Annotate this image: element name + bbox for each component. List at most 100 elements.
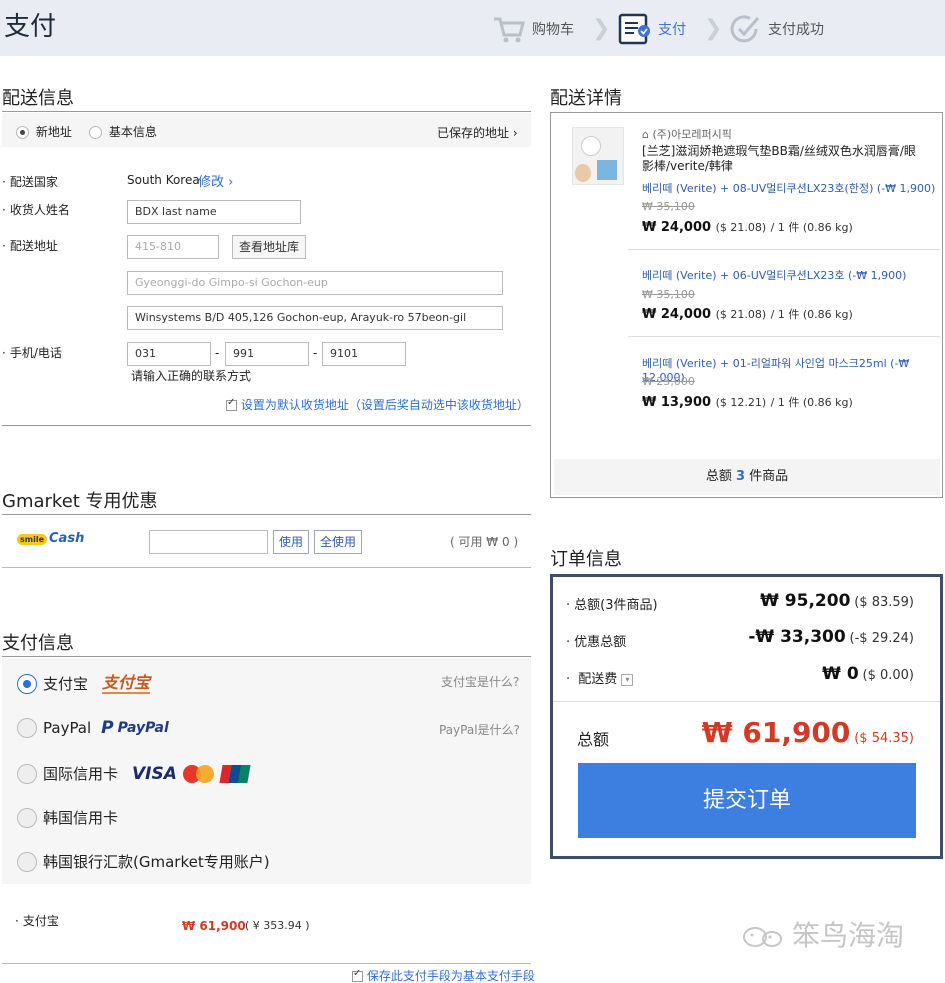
item-price: ₩ 24,000 ($ 21.08) / 1 件 (0.86 kg)	[642, 219, 853, 235]
radio-korean-card[interactable]	[17, 807, 37, 828]
cart-icon	[494, 17, 525, 43]
step-payment-label: 支付	[658, 22, 686, 38]
details-count-value: 3	[735, 469, 746, 484]
radio-alipay[interactable]	[17, 673, 37, 694]
phone-mid-field[interactable]: 991	[225, 342, 309, 366]
default-address-label: 设置为默认收货地址（设置后奖自动选中该收货地址）	[240, 398, 529, 412]
divider	[2, 567, 531, 568]
order-discount-label: 优惠总额	[566, 631, 626, 650]
paypal-help-link[interactable]: PayPal是什么?	[439, 721, 520, 738]
order-shipping-text: 配送费	[578, 672, 618, 687]
details-count-prefix: 总额	[705, 469, 732, 484]
radio-paypal[interactable]	[17, 718, 37, 738]
payment-option-alipay[interactable]: 支付宝 支付宝	[17, 672, 151, 694]
phone-dash: -	[313, 346, 318, 360]
item-price-usd: ($ 21.08)	[715, 308, 767, 321]
address-lookup-button[interactable]: 查看地址库	[232, 235, 307, 259]
phone-area-field[interactable]: 031	[127, 342, 211, 366]
product-thumbnail	[572, 127, 624, 185]
order-discount-usd: (-$ 29.24)	[849, 631, 914, 646]
payment-option-paypal[interactable]: PayPal P PayPal	[17, 718, 169, 738]
default-address-checkbox[interactable]	[226, 397, 237, 411]
order-subtotal-value: ₩ 95,200	[760, 591, 851, 611]
divider	[553, 701, 940, 702]
smile-cash-input[interactable]	[149, 530, 268, 554]
address-line2-field[interactable]: Winsystems B/D 405,126 Gochon-eup, Arayu…	[127, 306, 503, 330]
radio-new-address[interactable]	[16, 126, 29, 139]
order-total-label: 总额	[577, 730, 610, 749]
alipay-help-link[interactable]: 支付宝是什么?	[441, 673, 519, 690]
zip-field[interactable]: 415-810	[127, 235, 219, 259]
item-price-value: ₩ 13,900	[642, 395, 712, 410]
payment-option-intl-card[interactable]: 国际信用卡 VISA	[17, 763, 251, 784]
paypal-label: PayPal	[43, 719, 92, 737]
tab-new-address[interactable]: 新地址	[16, 123, 72, 140]
order-discount-value: -₩ 33,300	[748, 627, 846, 647]
divider	[2, 425, 531, 426]
radio-basic-info[interactable]	[89, 126, 102, 139]
phone-last-field[interactable]: 9101	[322, 342, 406, 366]
divider	[2, 656, 531, 657]
submit-order-button[interactable]: 提交订单	[578, 763, 916, 838]
country-label: 配送国家	[2, 173, 58, 190]
use-cash-button[interactable]: 使用	[273, 530, 310, 554]
order-shipping: ₩ 0 ($ 0.00)	[822, 664, 914, 684]
home-icon: ⌂	[642, 128, 649, 141]
smile-cash-logo: smile Cash	[17, 531, 84, 546]
chevron-right-icon: ›	[512, 126, 518, 140]
divider	[628, 336, 940, 337]
product-name[interactable]: [兰芝]滋润娇艳遮瑕气垫BB霜/丝绒双色水润唇膏/眼影棒/verite/韩律	[642, 144, 927, 174]
visa-logo: VISA	[132, 763, 177, 784]
order-subtotal-usd: ($ 83.59)	[854, 595, 914, 610]
divider	[2, 514, 531, 515]
watermark-text: 笨鸟海淘	[792, 919, 905, 952]
name-field[interactable]: BDX last name	[127, 200, 301, 224]
use-all-cash-button[interactable]: 全使用	[314, 530, 363, 554]
payment-doc-icon	[618, 13, 650, 45]
korean-card-label: 韩国信用卡	[43, 809, 119, 827]
seller-name-text: (주)아모레퍼시픽	[652, 128, 732, 141]
item-qty: / 1 件 (0.86 kg)	[770, 308, 853, 321]
intl-card-label: 国际信用卡	[43, 765, 119, 783]
radio-intl-card[interactable]	[17, 763, 37, 784]
payment-summary-cny: ( ¥ 353.94 )	[245, 919, 310, 932]
name-label: 收货人姓名	[2, 201, 70, 218]
item-price: ₩ 13,900 ($ 12.21) / 1 件 (0.86 kg)	[642, 394, 853, 410]
item-qty: / 1 件 (0.86 kg)	[770, 221, 853, 234]
save-payment-checkbox[interactable]	[352, 968, 363, 982]
order-subtotal-label: 总额(3件商品)	[566, 594, 657, 613]
default-address-option[interactable]: 设置为默认收货地址（设置后奖自动选中该收货地址）	[226, 396, 529, 413]
unionpay-icon	[219, 764, 251, 783]
step-success-label: 支付成功	[768, 22, 824, 38]
payment-option-bank-transfer[interactable]: 韩国银行汇款(Gmarket专用账户)	[17, 851, 270, 872]
smile-badge: smile	[17, 534, 48, 545]
item-price: ₩ 24,000 ($ 21.08) / 1 件 (0.86 kg)	[642, 306, 853, 322]
item-original-price: ₩ 35,100	[642, 200, 695, 213]
order-total: ₩ 61,900 ($ 54.35)	[702, 716, 914, 749]
dropdown-toggle-icon[interactable]: ▾	[621, 673, 634, 686]
order-section-title: 订单信息	[550, 549, 622, 570]
order-total-usd: ($ 54.35)	[854, 731, 914, 746]
alipay-logo: 支付宝	[102, 672, 151, 694]
address-line1-field[interactable]: Gyeonggi-do Gimpo-si Gochon-eup	[127, 271, 503, 295]
phone-hint: 请输入正确的联系方式	[131, 369, 252, 383]
item-price-usd: ($ 21.08)	[715, 221, 767, 234]
country-edit-link[interactable]: 修改 ›	[198, 171, 233, 190]
step-cart: 购物车	[492, 13, 574, 45]
item-price-value: ₩ 24,000	[642, 220, 712, 235]
saved-address-link[interactable]: 已保存的地址 ›	[437, 124, 518, 141]
mastercard-icon	[182, 764, 215, 783]
save-payment-option[interactable]: 保存此支付手段为基本支付手段	[352, 967, 535, 983]
tab-basic-info[interactable]: 基本信息	[89, 123, 157, 140]
divider	[2, 963, 531, 964]
payment-option-korean-card[interactable]: 韩国信用卡	[17, 807, 118, 828]
paypal-p-icon: P	[101, 718, 114, 738]
payment-section-title: 支付信息	[2, 633, 74, 654]
details-count-suffix: 件商品	[749, 469, 789, 484]
step-payment: 支付	[618, 13, 686, 45]
watermark: 笨鸟海淘	[740, 914, 904, 954]
radio-bank-transfer[interactable]	[17, 851, 37, 872]
payment-summary-amount: ₩ 61,900	[182, 919, 246, 933]
item-qty: / 1 件 (0.86 kg)	[770, 396, 853, 409]
page-title: 支付	[4, 12, 57, 42]
